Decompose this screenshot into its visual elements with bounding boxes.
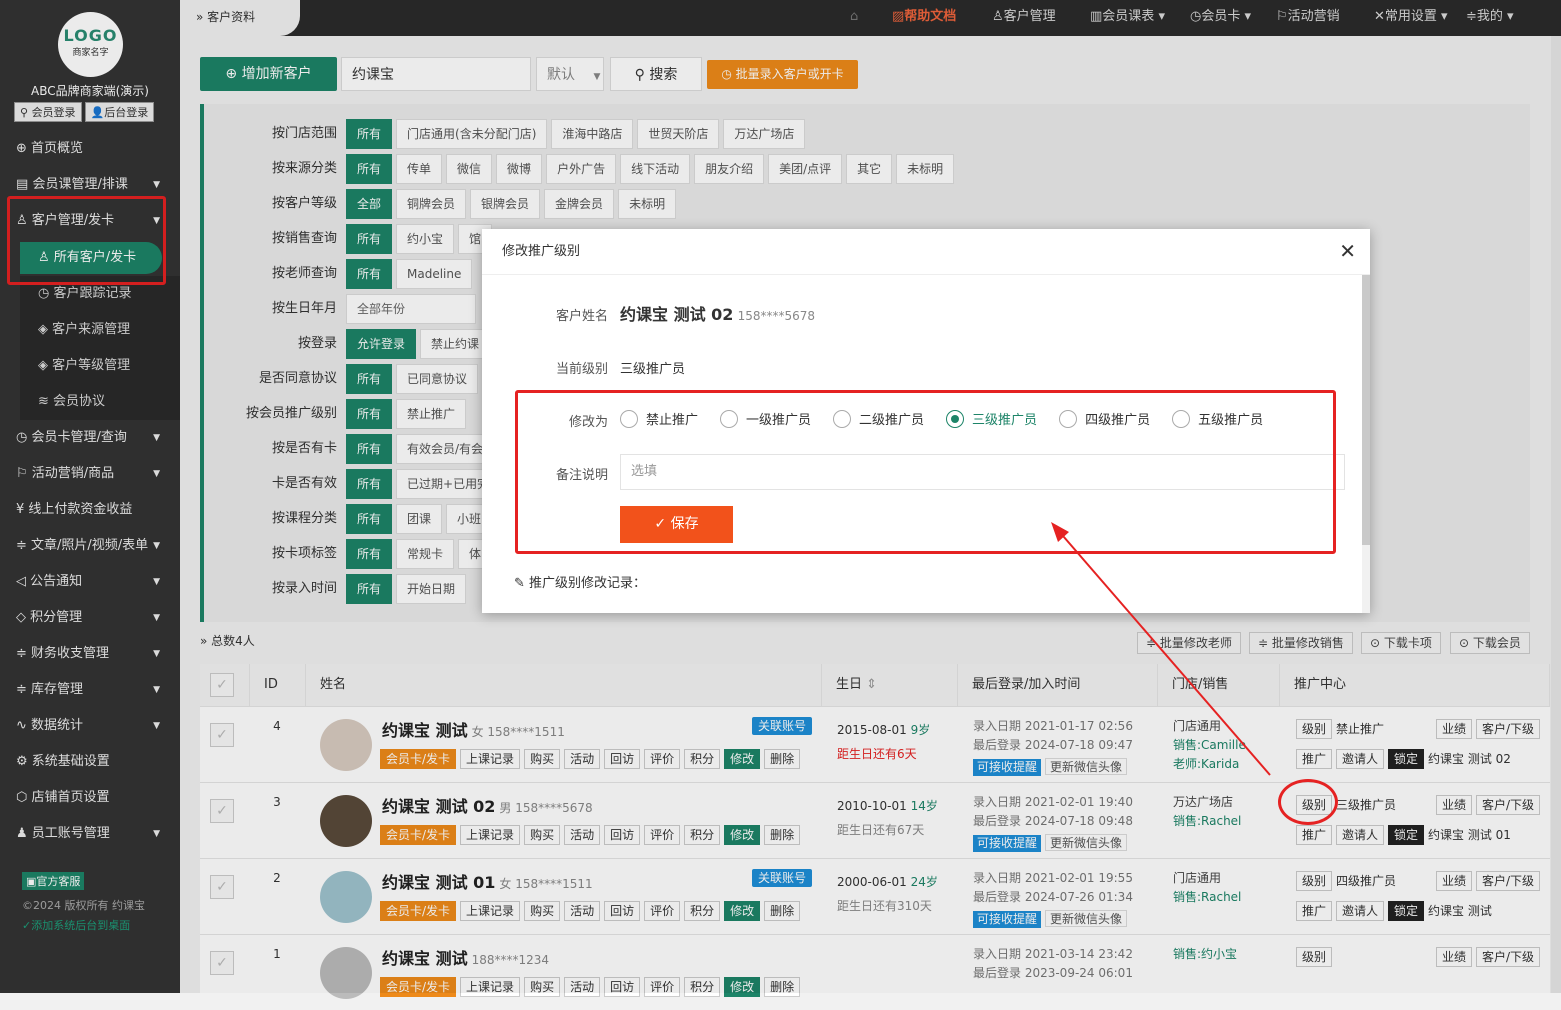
current-level-value: 三级推广员 <box>620 362 686 377</box>
customer-name-value: 约课宝 测试 02 158****5678 <box>620 301 815 325</box>
highlight-circle-level <box>1278 779 1338 825</box>
level-record: ✎ 推广级别修改记录： <box>514 572 646 591</box>
current-level-label: 当前级别 <box>555 362 608 377</box>
modal-scrollbar[interactable] <box>1362 275 1370 613</box>
arrow-line <box>1056 528 1271 776</box>
customer-name-label: 客户姓名 <box>555 309 608 324</box>
annotation-arrow <box>1051 522 1271 776</box>
modal-title: 修改推广级别 <box>482 229 1370 275</box>
customer-phone: 158****5678 <box>737 309 816 323</box>
modal-scrollbar-thumb[interactable] <box>1362 275 1370 545</box>
close-icon[interactable]: ✕ <box>1339 239 1356 263</box>
pencil-icon: ✎ <box>514 576 525 591</box>
customer-name: 约课宝 测试 02 <box>620 305 734 324</box>
level-record-label: 推广级别修改记录： <box>529 576 647 591</box>
